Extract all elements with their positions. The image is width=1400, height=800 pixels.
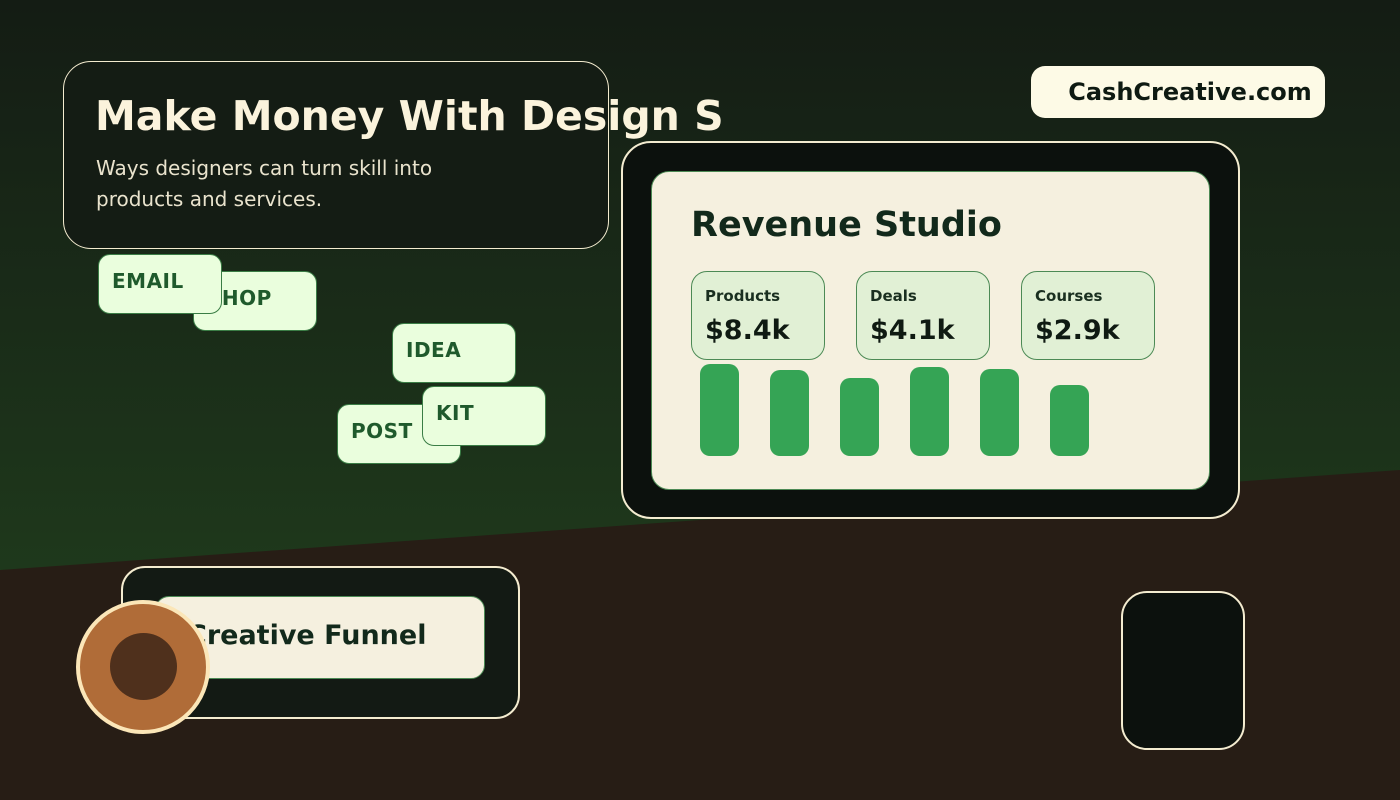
stat-label: Deals — [870, 287, 917, 305]
tag-kit[interactable]: KIT — [422, 386, 546, 446]
tag-email[interactable]: EMAIL — [98, 254, 222, 314]
stat-value: $4.1k — [870, 315, 955, 346]
revenue-bar — [980, 369, 1019, 456]
coin-icon — [76, 600, 210, 734]
revenue-bar — [1050, 385, 1089, 456]
revenue-bar — [910, 367, 949, 456]
stat-label: Products — [705, 287, 781, 305]
revenue-bar — [770, 370, 809, 456]
page-title: Make Money With Design S — [95, 92, 724, 140]
page-subtitle: Ways designers can turn skill into produ… — [96, 156, 433, 211]
coin-center — [110, 633, 177, 700]
stat-card-courses[interactable]: Courses $2.9k — [1021, 271, 1155, 360]
stat-label: Courses — [1035, 287, 1103, 305]
phone-icon — [1121, 591, 1245, 750]
revenue-bar — [700, 364, 739, 456]
domain-badge[interactable]: CashCreative.com — [1031, 66, 1325, 118]
funnel-label: Creative Funnel — [187, 620, 427, 651]
tag-idea[interactable]: IDEA — [392, 323, 516, 383]
domain-label: CashCreative.com — [1068, 78, 1312, 106]
stat-card-deals[interactable]: Deals $4.1k — [856, 271, 990, 360]
stat-value: $8.4k — [705, 315, 790, 346]
stat-value: $2.9k — [1035, 315, 1120, 346]
dashboard-title: Revenue Studio — [691, 205, 1002, 245]
stat-card-products[interactable]: Products $8.4k — [691, 271, 825, 360]
revenue-bar — [840, 378, 879, 456]
